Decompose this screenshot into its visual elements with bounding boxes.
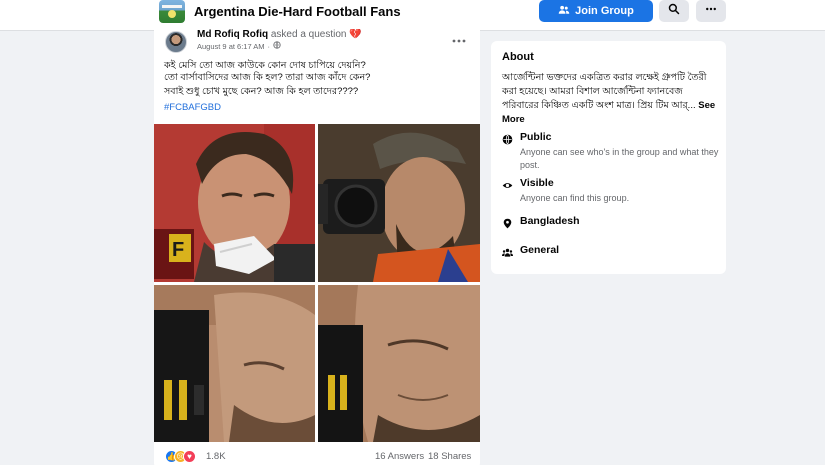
group-icon bbox=[502, 245, 513, 257]
privacy-label: Public bbox=[520, 131, 552, 143]
group-cover-thumbnail[interactable] bbox=[159, 0, 185, 23]
post-card: Md Rofiq Rofiq asked a question 💔 August… bbox=[154, 29, 480, 465]
broken-heart-icon: 💔 bbox=[349, 29, 362, 40]
visibility-label: Visible bbox=[520, 177, 554, 189]
photo-messi-crying[interactable]: F bbox=[154, 124, 315, 282]
more-options-button[interactable] bbox=[696, 0, 726, 22]
search-button[interactable] bbox=[659, 0, 689, 22]
post-action: asked a question bbox=[270, 29, 347, 40]
join-group-label: Join Group bbox=[575, 5, 634, 17]
reaction-count[interactable]: 1.8K bbox=[206, 451, 226, 462]
reaction-icons[interactable]: 👍 😢 ♥ bbox=[165, 450, 201, 463]
photo-photographer-crying[interactable] bbox=[318, 124, 480, 282]
eye-icon bbox=[502, 178, 513, 189]
post-meta: August 9 at 6:17 AM · bbox=[197, 41, 281, 51]
group-header-bar: Argentina Die-Hard Football Fans Join Gr… bbox=[0, 0, 825, 31]
privacy-description: Anyone can see who's in the group and wh… bbox=[520, 147, 719, 170]
reactions-bar: 👍 😢 ♥ 1.8K 16 Answers 18 Shares bbox=[154, 447, 480, 465]
answers-count[interactable]: 16 Answers bbox=[375, 451, 424, 462]
category-label: General bbox=[520, 244, 560, 256]
about-description: আর্জেন্টিনা ভক্তদের একত্রিত করার লক্ষেই … bbox=[502, 71, 720, 127]
shares-count[interactable]: 18 Shares bbox=[428, 451, 471, 462]
more-icon bbox=[705, 2, 717, 20]
author-avatar[interactable] bbox=[165, 31, 187, 53]
post-text-line-2: তো বার্সাবাসিদের আজ কি হল? তারা আজ কাঁদে… bbox=[164, 72, 371, 83]
about-card: About আর্জেন্টিনা ভক্তদের একত্রিত করার ল… bbox=[491, 41, 726, 274]
visibility-description: Anyone can find this group. bbox=[520, 193, 630, 203]
globe-icon bbox=[273, 41, 281, 51]
search-icon bbox=[668, 2, 680, 20]
post-author-line: Md Rofiq Rofiq asked a question 💔 bbox=[197, 29, 362, 40]
photo-photographer-closeup-tears[interactable] bbox=[318, 285, 480, 442]
about-row-privacy: Public Anyone can see who's in the group… bbox=[502, 131, 722, 170]
meta-separator: · bbox=[267, 41, 271, 51]
location-icon bbox=[502, 216, 513, 229]
about-row-location: Bangladesh bbox=[502, 215, 722, 231]
photo-photographer-closeup-camera[interactable] bbox=[154, 285, 315, 442]
more-icon bbox=[452, 30, 466, 48]
post-hashtag[interactable]: #FCBAFGBD bbox=[164, 102, 221, 113]
svg-text:F: F bbox=[172, 239, 184, 261]
about-title: About bbox=[502, 51, 534, 63]
post-options-button[interactable] bbox=[450, 33, 468, 45]
group-title[interactable]: Argentina Die-Hard Football Fans bbox=[194, 4, 401, 19]
post-date[interactable]: August 9 at 6:17 AM bbox=[197, 42, 265, 51]
globe-icon bbox=[502, 132, 513, 145]
love-icon: ♥ bbox=[183, 450, 196, 463]
location-label[interactable]: Bangladesh bbox=[520, 215, 580, 227]
people-icon bbox=[558, 4, 570, 19]
about-row-visibility: Visible Anyone can find this group. bbox=[502, 177, 722, 207]
about-row-category: General bbox=[502, 244, 722, 260]
about-description-text: আর্জেন্টিনা ভক্তদের একত্রিত করার লক্ষেই … bbox=[502, 72, 707, 111]
author-name[interactable]: Md Rofiq Rofiq bbox=[197, 29, 268, 40]
join-group-button[interactable]: Join Group bbox=[539, 0, 653, 22]
post-photo-grid[interactable]: F bbox=[154, 124, 480, 442]
post-text-line-3: সবাই শুধু চোখ মুছে কেন? আজ কি হল তাদের??… bbox=[164, 86, 359, 97]
